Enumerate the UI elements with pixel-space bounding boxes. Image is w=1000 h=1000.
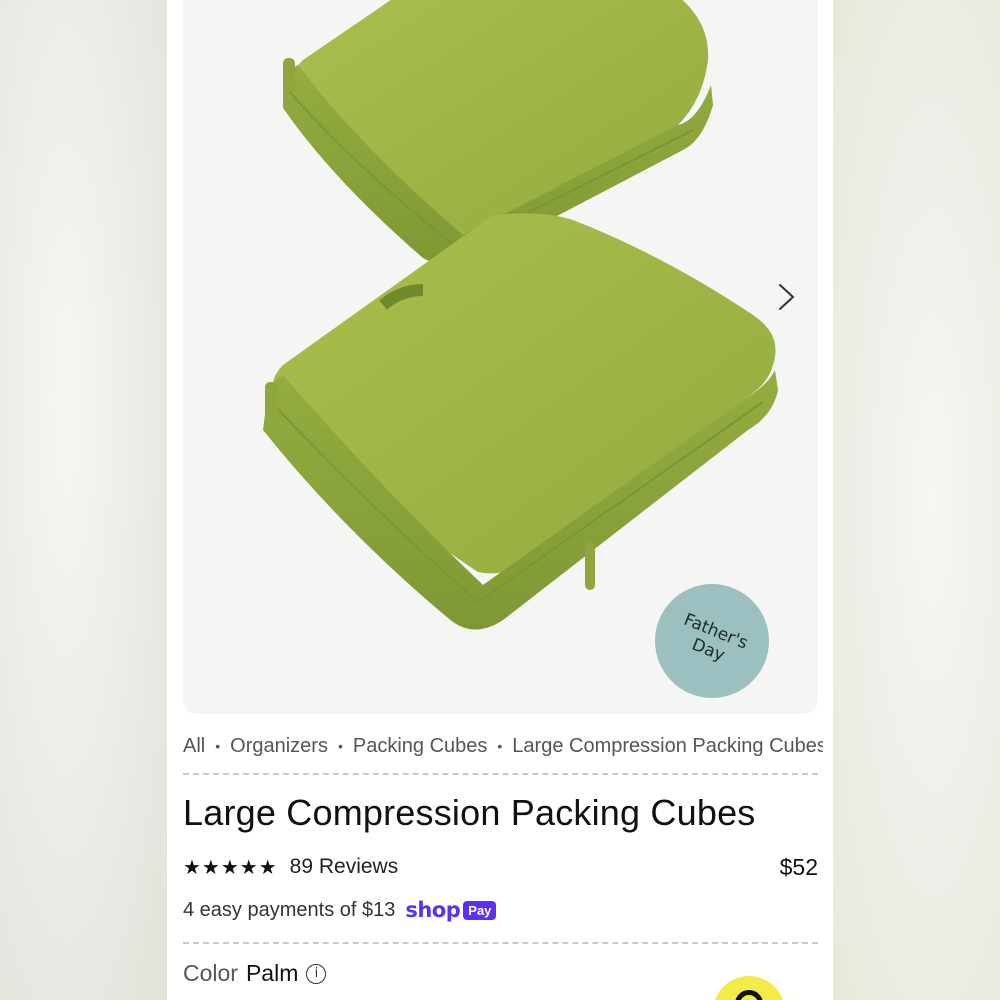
chat-button[interactable]: [713, 976, 785, 1000]
breadcrumb-item-packing-cubes[interactable]: Packing Cubes: [353, 735, 488, 758]
info-icon[interactable]: i: [306, 963, 327, 984]
installments-info: 4 easy payments of $13 shop Pay: [183, 898, 497, 922]
reviews-link[interactable]: 89 Reviews: [290, 855, 399, 879]
product-title: Large Compression Packing Cubes: [183, 792, 756, 833]
color-label: Color: [183, 960, 238, 986]
rating-row: ★★★★★ 89 Reviews $52: [183, 852, 818, 882]
breadcrumb: All • Organizers • Packing Cubes • Large…: [183, 730, 823, 762]
fathers-day-badge: Father's Day: [655, 584, 769, 698]
breadcrumb-separator: •: [497, 738, 503, 754]
breadcrumb-separator: •: [215, 738, 221, 754]
shop-pay-logo-pay: Pay: [463, 900, 497, 920]
chevron-right-icon[interactable]: [771, 282, 801, 312]
product-page: Father's Day All • Organizers • Packing …: [167, 0, 833, 1000]
divider: [183, 942, 818, 944]
chat-icon: [735, 990, 763, 1000]
left-background: [0, 0, 167, 1000]
color-value: Palm: [245, 960, 299, 986]
color-selector: Color Palm i: [183, 960, 327, 987]
product-price: $52: [779, 853, 818, 880]
star-rating: ★★★★★: [183, 856, 278, 879]
breadcrumb-separator: •: [337, 738, 343, 754]
badge-text: Father's Day: [680, 609, 751, 666]
breadcrumb-item-current: Large Compression Packing Cubes: [512, 734, 823, 757]
breadcrumb-item-all[interactable]: All: [183, 735, 205, 758]
breadcrumb-item-organizers[interactable]: Organizers: [230, 735, 328, 758]
shop-pay-logo-shop: shop: [405, 898, 461, 922]
installments-text: 4 easy payments of $13: [183, 898, 396, 921]
right-background: [833, 0, 1000, 1000]
divider: [183, 773, 818, 775]
